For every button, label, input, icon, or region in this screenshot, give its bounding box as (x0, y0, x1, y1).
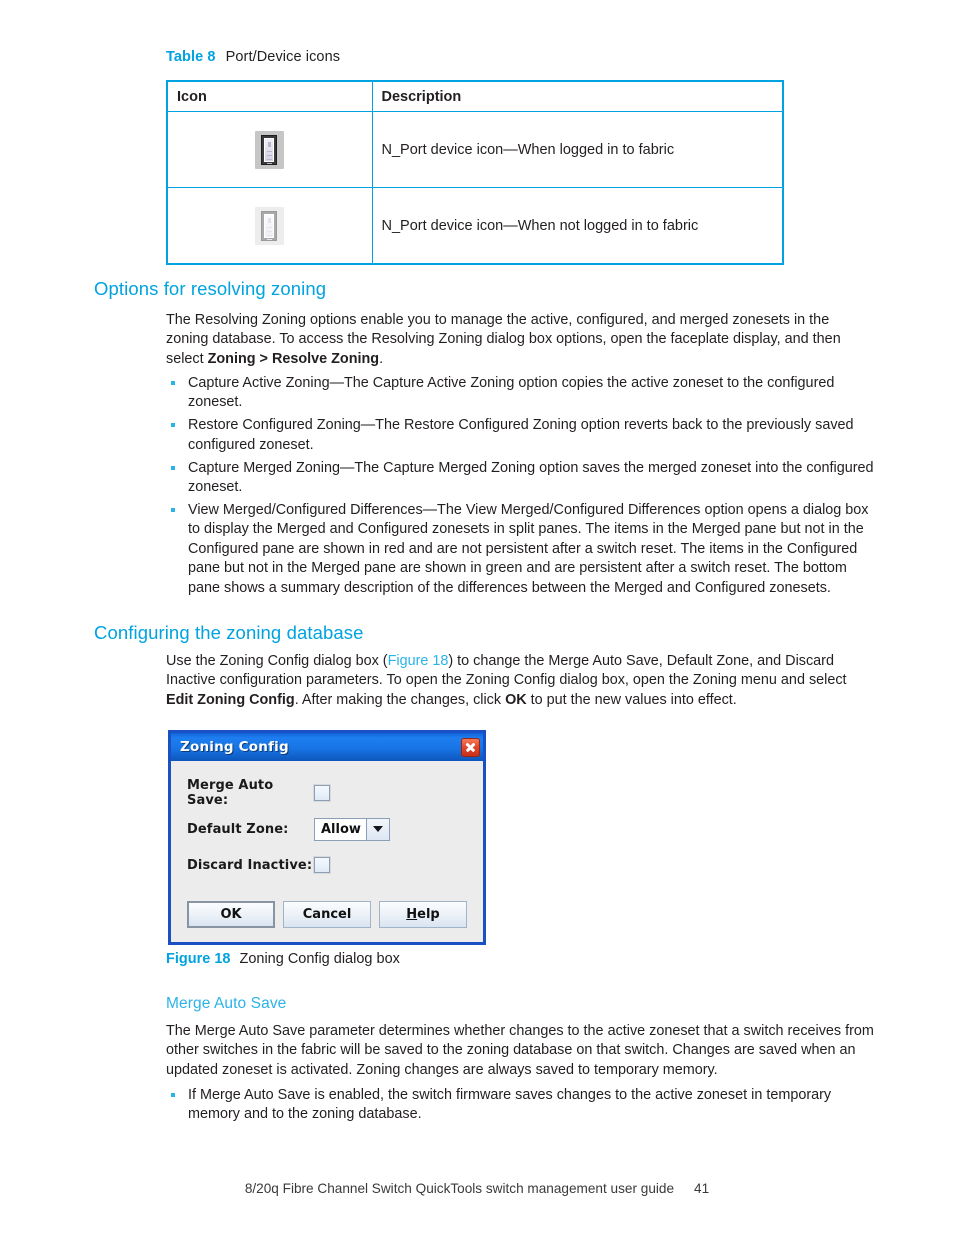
list-item: If Merge Auto Save is enabled, the switc… (166, 1086, 874, 1125)
dialog-titlebar[interactable]: Zoning Config (171, 733, 483, 761)
page-number: 41 (694, 1181, 710, 1196)
options-bullet-list: Capture Active Zoning—The Capture Active… (166, 374, 874, 598)
field-row-merge-auto-save: Merge Auto Save: (187, 778, 467, 808)
ok-button[interactable]: OK (187, 901, 276, 928)
figure-caption-label: Figure 18 (166, 951, 231, 967)
figure-caption-text: Zoning Config dialog box (239, 951, 400, 967)
list-item: View Merged/Configured Differences—The V… (166, 501, 874, 598)
nport-logged-in-icon (255, 130, 285, 169)
nport-not-logged-in-icon (255, 206, 285, 245)
list-item-text: Capture Active Zoning—The Capture Active… (188, 375, 835, 411)
options-intro-bold: Zoning > Resolve Zoning (207, 350, 380, 367)
options-intro-text-2: . (379, 350, 384, 367)
configuring-bold-1: Edit Zoning Config (166, 691, 295, 708)
default-zone-value: Allow (315, 818, 366, 840)
configuring-text-4: to put the new values into effect. (526, 691, 737, 708)
column-header-description: Description (371, 80, 784, 112)
cell-icon (166, 111, 373, 188)
discard-inactive-checkbox[interactable] (314, 857, 330, 873)
column-header-icon: Icon (166, 80, 373, 112)
table-row: N_Port device icon—When not logged in to… (166, 187, 784, 265)
paragraph-options-intro: The Resolving Zoning options enable you … (166, 311, 874, 369)
bullet-dot-icon (171, 507, 175, 512)
page-footer: 8/20q Fibre Channel Switch QuickTools sw… (0, 1181, 954, 1196)
table-caption-text: Port/Device icons (225, 49, 341, 65)
dialog-title: Zoning Config (180, 739, 289, 755)
cell-description: N_Port device icon—When logged in to fab… (371, 111, 784, 188)
bullet-dot-icon (171, 465, 175, 470)
table-header-row: Icon Description (166, 80, 784, 112)
list-item-text: Capture Merged Zoning—The Capture Merged… (188, 459, 874, 496)
figure-caption: Figure 18 Zoning Config dialog box (166, 951, 400, 967)
port-device-icons-table: Icon Description N_Port device icon—When… (166, 80, 784, 265)
list-item-text: View Merged/Configured Differences—The V… (188, 501, 869, 596)
help-button-mnemonic: H (406, 907, 418, 922)
configuring-bold-2: OK (505, 691, 527, 708)
paragraph-merge-auto-save: The Merge Auto Save parameter determines… (166, 1023, 874, 1078)
configuring-text-3: . After making the changes, click (294, 691, 506, 708)
list-item-text: Restore Configured Zoning—The Restore Co… (188, 417, 854, 453)
field-row-default-zone: Default Zone: Allow (187, 817, 467, 841)
list-item-text: If Merge Auto Save is enabled, the switc… (188, 1087, 832, 1123)
bullet-dot-icon (171, 1093, 175, 1097)
dialog-body: Merge Auto Save: Default Zone: Allow Dis… (171, 761, 483, 942)
field-row-discard-inactive: Discard Inactive: (187, 853, 467, 877)
bullet-dot-icon (171, 381, 175, 385)
cell-description: N_Port device icon—When not logged in to… (371, 187, 784, 265)
list-item: Capture Active Zoning—The Capture Active… (166, 374, 874, 413)
heading-merge-auto-save: Merge Auto Save (166, 995, 287, 1012)
label-merge-auto-save: Merge Auto Save: (187, 778, 274, 808)
close-icon[interactable] (461, 737, 480, 757)
label-discard-inactive: Discard Inactive: (187, 857, 313, 873)
document-page: Table 8 Port/Device icons Icon Descriptio… (0, 0, 954, 1235)
merge-auto-save-bullet-list: If Merge Auto Save is enabled, the switc… (166, 1086, 874, 1125)
zoning-config-dialog: Zoning Config Merge Auto Save: Default Z… (168, 730, 486, 945)
configuring-text-1: Use the Zoning Config dialog box ( (166, 653, 388, 669)
label-default-zone: Default Zone: (187, 821, 289, 837)
cell-icon (166, 187, 373, 265)
cancel-button[interactable]: Cancel (283, 901, 372, 928)
dialog-button-bar: OK Cancel Help (187, 901, 467, 928)
heading-configuring-the-zoning-database: Configuring the zoning database (94, 622, 364, 643)
help-button-rest: elp (417, 907, 440, 922)
list-item: Capture Merged Zoning—The Capture Merged… (166, 459, 874, 498)
table-row: N_Port device icon—When logged in to fab… (166, 111, 784, 188)
help-button[interactable]: Help (379, 901, 467, 928)
footer-title: 8/20q Fibre Channel Switch QuickTools sw… (244, 1181, 675, 1196)
merge-auto-save-checkbox[interactable] (314, 785, 330, 801)
chevron-down-icon[interactable] (366, 818, 389, 840)
heading-options-for-resolving-zoning: Options for resolving zoning (94, 278, 327, 299)
figure-18-cross-reference-link[interactable]: Figure 18 (388, 653, 449, 669)
paragraph-configuring-intro: Use the Zoning Config dialog box (Figure… (166, 652, 874, 710)
bullet-dot-icon (171, 423, 175, 428)
table-caption-label: Table 8 (166, 49, 216, 65)
list-item: Restore Configured Zoning—The Restore Co… (166, 416, 874, 455)
table-caption: Table 8 Port/Device icons (166, 49, 340, 65)
default-zone-dropdown[interactable]: Allow (314, 817, 390, 841)
